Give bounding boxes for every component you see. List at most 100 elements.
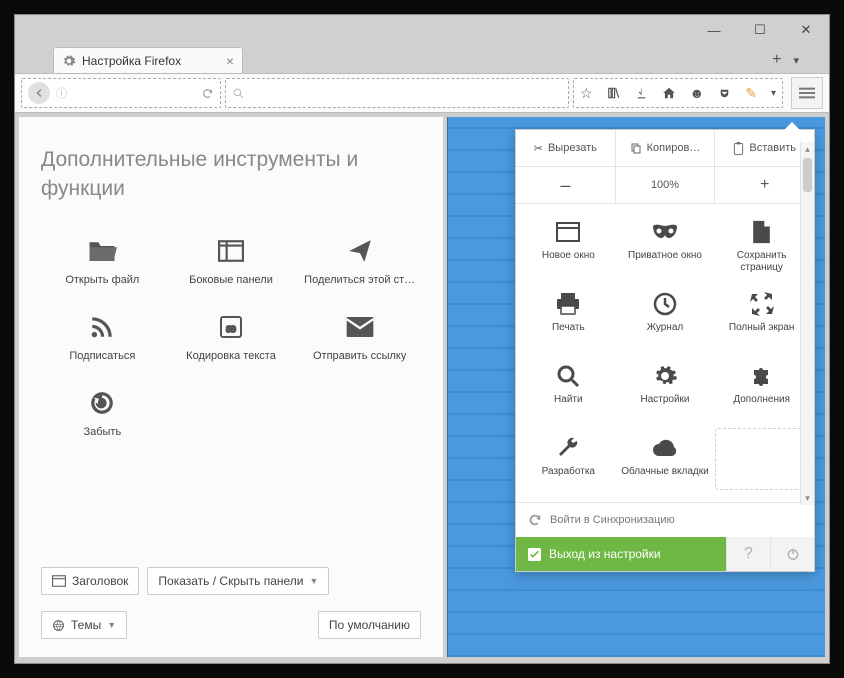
tool-forget[interactable]: Забыть — [41, 380, 164, 446]
customize-right-pane: ✂Вырезать Копиров… Вставить – 100% + Нов… — [447, 117, 825, 657]
content-area: Дополнительные инструменты и функции Отк… — [15, 113, 829, 661]
power-button[interactable] — [770, 537, 814, 571]
zoom-out-button[interactable]: – — [516, 167, 616, 203]
edit-icon[interactable]: ✎ — [745, 85, 757, 102]
copy-icon — [630, 142, 642, 154]
item-new-window[interactable]: Новое окно — [522, 212, 615, 280]
item-save-page[interactable]: Сохранить страницу — [715, 212, 808, 280]
mask-icon — [651, 218, 679, 246]
item-fullscreen[interactable]: Полный экран — [715, 284, 808, 352]
scroll-thumb[interactable] — [803, 158, 812, 192]
print-icon — [556, 290, 580, 318]
toggle-panels-button[interactable]: Показать / Скрыть панели▼ — [147, 567, 329, 595]
toolbar-icons: ☆ ☻ ✎ ▾ — [573, 78, 783, 108]
tool-subscribe[interactable]: Подписаться — [41, 304, 164, 370]
fullscreen-icon — [750, 290, 774, 318]
scroll-up-icon[interactable]: ▴ — [801, 142, 814, 156]
zoom-row: – 100% + — [516, 167, 814, 204]
gear-icon — [653, 362, 677, 390]
new-tab-button[interactable]: + — [772, 51, 781, 69]
folder-icon — [87, 236, 117, 266]
tool-share-page[interactable]: Поделиться этой ст… — [298, 228, 421, 294]
emoji-icon[interactable]: ☻ — [690, 85, 705, 101]
star-icon[interactable]: ☆ — [580, 85, 593, 102]
clock-icon — [653, 290, 677, 318]
copy-button[interactable]: Копиров… — [616, 130, 716, 166]
tab-title: Настройка Firefox — [82, 54, 220, 68]
cut-button[interactable]: ✂Вырезать — [516, 130, 616, 166]
check-icon — [528, 548, 541, 561]
item-find[interactable]: Найти — [522, 356, 615, 424]
panel-scrollbar[interactable]: ▴ ▾ — [800, 142, 814, 505]
info-icon: ⓘ — [56, 85, 67, 101]
panel-arrow — [784, 122, 800, 130]
titlebar-button[interactable]: Заголовок — [41, 567, 139, 595]
tab-strip: Настройка Firefox × + ▾ — [15, 45, 829, 73]
item-print[interactable]: Печать — [522, 284, 615, 352]
item-cloud-tabs[interactable]: Облачные вкладки — [619, 428, 712, 496]
download-icon[interactable] — [635, 87, 648, 100]
customize-left-pane: Дополнительные инструменты и функции Отк… — [19, 117, 443, 657]
tabs-dropdown-icon[interactable]: ▾ — [793, 54, 799, 67]
exit-customize-button[interactable]: Выход из настройки — [516, 537, 726, 571]
back-button[interactable] — [28, 82, 50, 104]
edit-row: ✂Вырезать Копиров… Вставить — [516, 130, 814, 167]
clipboard-icon — [733, 142, 744, 155]
window-icon — [556, 218, 580, 246]
hamburger-menu-button[interactable] — [791, 77, 823, 109]
gear-icon — [62, 54, 76, 68]
wrench-icon — [556, 434, 580, 462]
tool-send-link[interactable]: Отправить ссылку — [298, 304, 421, 370]
tab-actions: + ▾ — [772, 51, 799, 73]
tool-side-panels[interactable]: Боковые панели — [170, 228, 293, 294]
tools-grid: Открыть файл Боковые панели Поделиться э… — [41, 228, 421, 446]
svg-text:æ: æ — [226, 323, 236, 335]
library-icon[interactable] — [607, 86, 621, 100]
cloud-icon — [652, 434, 678, 462]
tab-customize[interactable]: Настройка Firefox × — [53, 47, 243, 73]
default-button[interactable]: По умолчанию — [318, 611, 421, 639]
item-addons[interactable]: Дополнения — [715, 356, 808, 424]
puzzle-icon — [750, 362, 774, 390]
forget-icon — [89, 388, 115, 418]
help-button[interactable]: ? — [726, 537, 770, 571]
home-icon[interactable] — [662, 86, 676, 100]
exit-row: Выход из настройки ? — [516, 537, 814, 571]
item-preferences[interactable]: Настройки — [619, 356, 712, 424]
tool-open-file[interactable]: Открыть файл — [41, 228, 164, 294]
page-icon — [752, 218, 771, 246]
sync-row[interactable]: Войти в Синхронизацию — [516, 502, 814, 537]
reload-icon[interactable] — [201, 87, 214, 100]
scroll-down-icon[interactable]: ▾ — [801, 491, 814, 505]
themes-button[interactable]: Темы▼ — [41, 611, 127, 639]
tool-encoding[interactable]: æКодировка текста — [170, 304, 293, 370]
rss-icon — [89, 312, 115, 342]
scissors-icon: ✂ — [534, 142, 543, 155]
sync-icon — [528, 513, 542, 527]
item-history[interactable]: Журнал — [619, 284, 712, 352]
item-developer[interactable]: Разработка — [522, 428, 615, 496]
envelope-icon — [346, 312, 374, 342]
more-icon[interactable]: ▾ — [771, 88, 776, 99]
close-window-button[interactable]: ✕ — [783, 15, 829, 45]
page-heading: Дополнительные инструменты и функции — [41, 145, 421, 204]
zoom-level[interactable]: 100% — [616, 167, 716, 203]
sidebar-icon — [218, 236, 244, 266]
url-bar[interactable]: ⓘ — [21, 78, 221, 108]
toolbar: ⓘ ☆ ☻ ✎ ▾ — [15, 73, 829, 113]
browser-window: — ☐ ✕ Настройка Firefox × + ▾ ⓘ — [14, 14, 830, 664]
encoding-icon: æ — [219, 312, 243, 342]
drop-target[interactable] — [715, 428, 808, 490]
panel-grid: Новое окно Приватное окно Сохранить стра… — [516, 204, 814, 502]
menu-panel: ✂Вырезать Копиров… Вставить – 100% + Нов… — [515, 129, 815, 572]
pocket-icon[interactable] — [718, 87, 731, 100]
customize-footer: Заголовок Показать / Скрыть панели▼ Темы… — [41, 567, 421, 639]
titlebar: — ☐ ✕ — [15, 15, 829, 45]
minimize-button[interactable]: — — [691, 15, 737, 45]
item-private[interactable]: Приватное окно — [619, 212, 712, 280]
search-icon — [556, 362, 580, 390]
search-bar[interactable] — [225, 78, 569, 108]
tab-close-icon[interactable]: × — [226, 53, 234, 69]
paper-plane-icon — [347, 236, 373, 266]
maximize-button[interactable]: ☐ — [737, 15, 783, 45]
